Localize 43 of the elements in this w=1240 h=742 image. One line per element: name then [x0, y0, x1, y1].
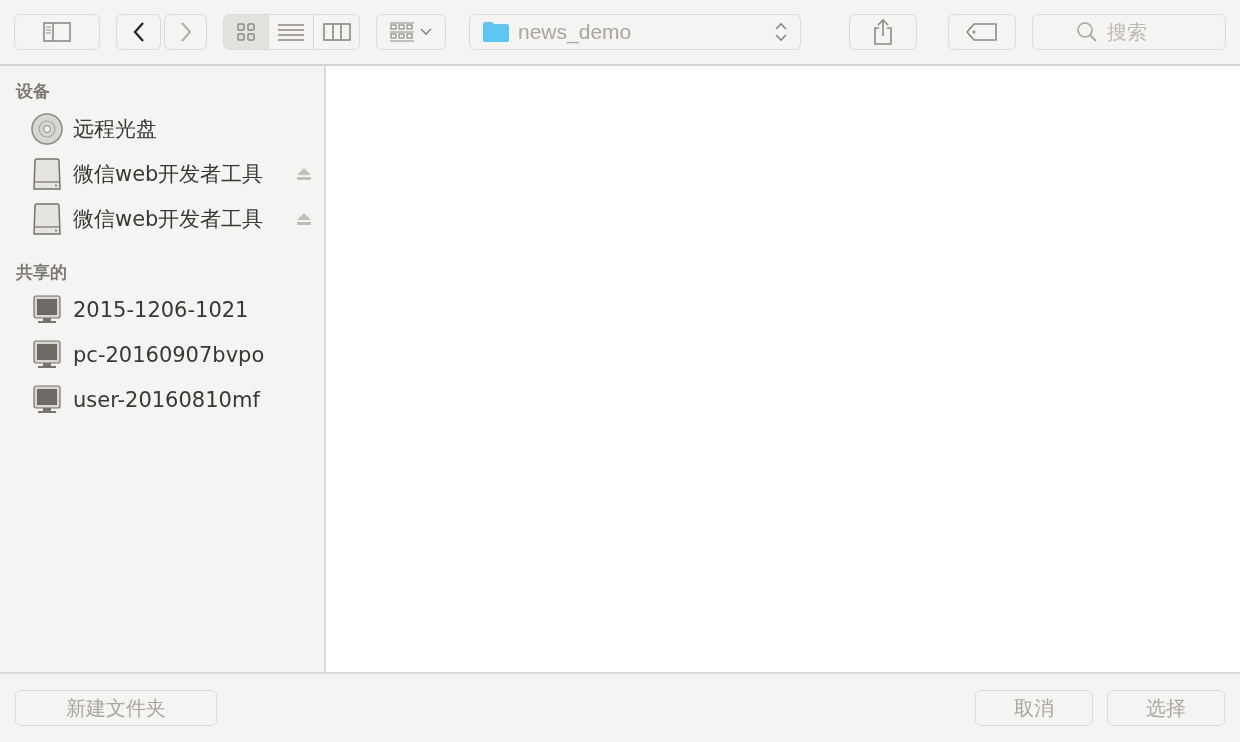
computer-icon [31, 293, 63, 326]
computer-icon [31, 338, 63, 371]
chevron-left-icon [131, 21, 146, 43]
sidebar-item-label: 微信web开发者工具 [73, 205, 264, 233]
up-down-arrows-icon [774, 21, 788, 43]
chevron-right-icon [178, 21, 193, 43]
grid-icon [236, 22, 256, 42]
sidebar-item-label: pc-20160907bvpo [73, 342, 265, 367]
drive-icon [31, 201, 63, 236]
drive-icon [31, 156, 63, 191]
search-field[interactable]: 搜索 [1032, 14, 1226, 50]
tag-icon [966, 23, 998, 41]
sidebar-item[interactable]: pc-20160907bvpo [0, 332, 324, 377]
disc-icon [31, 112, 63, 145]
caret-icon [420, 28, 432, 36]
sidebar-item[interactable]: 微信web开发者工具 [0, 196, 324, 241]
arrange-button[interactable] [376, 14, 446, 50]
sidebar-toggle-button[interactable] [14, 14, 100, 50]
eject-icon[interactable] [296, 212, 312, 226]
back-button[interactable] [116, 14, 161, 50]
sidebar-item-label: 远程光盘 [73, 115, 157, 143]
list-icon [278, 23, 304, 41]
sidebar-item-label: user-20160810mf [73, 387, 260, 412]
sidebar-item[interactable]: 远程光盘 [0, 106, 324, 151]
columns-icon [322, 23, 351, 41]
icons-view-button[interactable] [224, 15, 269, 49]
sidebar-item-label: 2015-1206-1021 [73, 297, 249, 322]
tag-button[interactable] [948, 14, 1016, 50]
sidebar-item[interactable]: 微信web开发者工具 [0, 151, 324, 196]
search-icon [1076, 21, 1098, 43]
sidebar-item[interactable]: 2015-1206-1021 [0, 287, 324, 332]
sidebar-item-label: 微信web开发者工具 [73, 160, 264, 188]
eject-icon[interactable] [296, 167, 312, 181]
share-button[interactable] [849, 14, 917, 50]
sidebar-item[interactable]: user-20160810mf [0, 377, 324, 422]
folder-name: news_demo [518, 20, 633, 44]
folder-icon [482, 21, 510, 43]
share-icon [872, 19, 894, 45]
sidebar-icon [42, 21, 72, 43]
sidebar-section-title: 共享的 [15, 261, 68, 284]
grid-icon [390, 22, 416, 42]
sidebar-section-title: 设备 [14, 80, 51, 103]
computer-icon [31, 383, 63, 416]
